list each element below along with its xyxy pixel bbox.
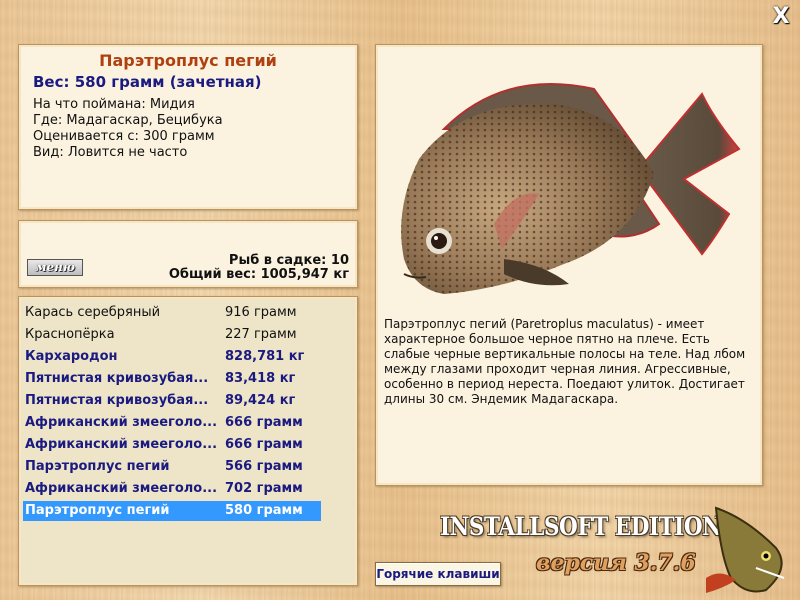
list-item[interactable]: Пятнистая кривозубая... 83,418 кг bbox=[23, 369, 321, 389]
list-item[interactable]: Пятнистая кривозубая... 89,424 кг bbox=[23, 391, 321, 411]
list-item-weight: 828,781 кг bbox=[225, 349, 305, 364]
list-item-weight: 89,424 кг bbox=[225, 393, 296, 408]
version-label: версия 3.7.6 bbox=[536, 550, 696, 576]
min-weight-line: Оценивается с: 300 грамм bbox=[33, 129, 215, 144]
list-item-name: Африканский змееголо... bbox=[25, 437, 218, 452]
fish-title: Парэтроплус пегий bbox=[99, 51, 277, 70]
list-item-name: Африканский змееголо... bbox=[25, 481, 218, 496]
total-weight: Общий вес: 1005,947 кг bbox=[168, 267, 349, 282]
list-item[interactable]: Африканский змееголо... 666 грамм bbox=[23, 413, 321, 433]
list-item-name: Краснопёрка bbox=[25, 327, 115, 342]
location-line: Где: Мадагаскар, Бецибука bbox=[33, 113, 223, 128]
fish-info-panel: Парэтроплус пегий Вес: 580 грамм (зачетн… bbox=[18, 44, 358, 210]
list-item-name: Парэтроплус пегий bbox=[25, 503, 170, 518]
fish-picture-panel: Парэтроплус пегий (Paretroplus maculatus… bbox=[375, 44, 763, 486]
list-item[interactable]: Африканский змееголо... 666 грамм bbox=[23, 435, 321, 455]
list-item-weight: 83,418 кг bbox=[225, 371, 296, 386]
list-item-name: Пятнистая кривозубая... bbox=[25, 393, 209, 408]
list-item[interactable]: Парэтроплус пегий 566 грамм bbox=[23, 457, 321, 477]
list-item-name: Африканский змееголо... bbox=[25, 415, 218, 430]
fish-details: На что поймана: Мидия Где: Мадагаскар, Б… bbox=[33, 97, 223, 161]
catch-list[interactable]: Карась серебряный 916 грамм Краснопёрка 227… bbox=[18, 296, 358, 586]
list-item[interactable]: Африканский змееголо... 702 грамм bbox=[23, 479, 321, 499]
list-item-name: Карась серебряный bbox=[25, 305, 161, 320]
fish-weight: Вес: 580 грамм (зачетная) bbox=[33, 73, 262, 91]
list-item-name: Кархародон bbox=[25, 349, 118, 364]
list-item[interactable]: Краснопёрка 227 грамм bbox=[23, 325, 321, 345]
list-item[interactable]: Кархародон 828,781 кг bbox=[23, 347, 321, 367]
list-item-weight: 580 грамм bbox=[225, 503, 303, 518]
edition-logo: INSTALLSOFT EDITION bbox=[440, 512, 722, 541]
menu-button[interactable]: меню bbox=[27, 259, 83, 276]
list-item[interactable]: Карась серебряный 916 грамм bbox=[23, 303, 321, 323]
pike-logo-icon bbox=[706, 506, 785, 593]
list-item-name: Парэтроплус пегий bbox=[25, 459, 170, 474]
list-item-weight: 227 грамм bbox=[225, 327, 297, 342]
net-stats-panel: меню Рыб в садке: 10 Общий вес: 1005,947… bbox=[18, 220, 358, 288]
list-item-weight: 702 грамм bbox=[225, 481, 303, 496]
fish-count: Рыб в садке: 10 bbox=[228, 253, 349, 268]
close-button[interactable]: X bbox=[770, 6, 792, 28]
list-item-weight: 666 грамм bbox=[225, 415, 303, 430]
fish-image bbox=[401, 83, 741, 294]
bait-line: На что поймана: Мидия bbox=[33, 97, 195, 112]
list-item-weight: 666 грамм bbox=[225, 437, 303, 452]
list-item-name: Пятнистая кривозубая... bbox=[25, 371, 209, 386]
list-item-weight: 916 грамм bbox=[225, 305, 297, 320]
fish-description: Парэтроплус пегий (Paretroplus maculatus… bbox=[384, 317, 746, 406]
hotkeys-button[interactable]: Горячие клавиши bbox=[375, 562, 501, 586]
rarity-line: Вид: Ловится не часто bbox=[33, 145, 188, 160]
list-item[interactable]: Парэтроплус пегий 580 грамм bbox=[23, 501, 321, 521]
list-item-weight: 566 грамм bbox=[225, 459, 303, 474]
